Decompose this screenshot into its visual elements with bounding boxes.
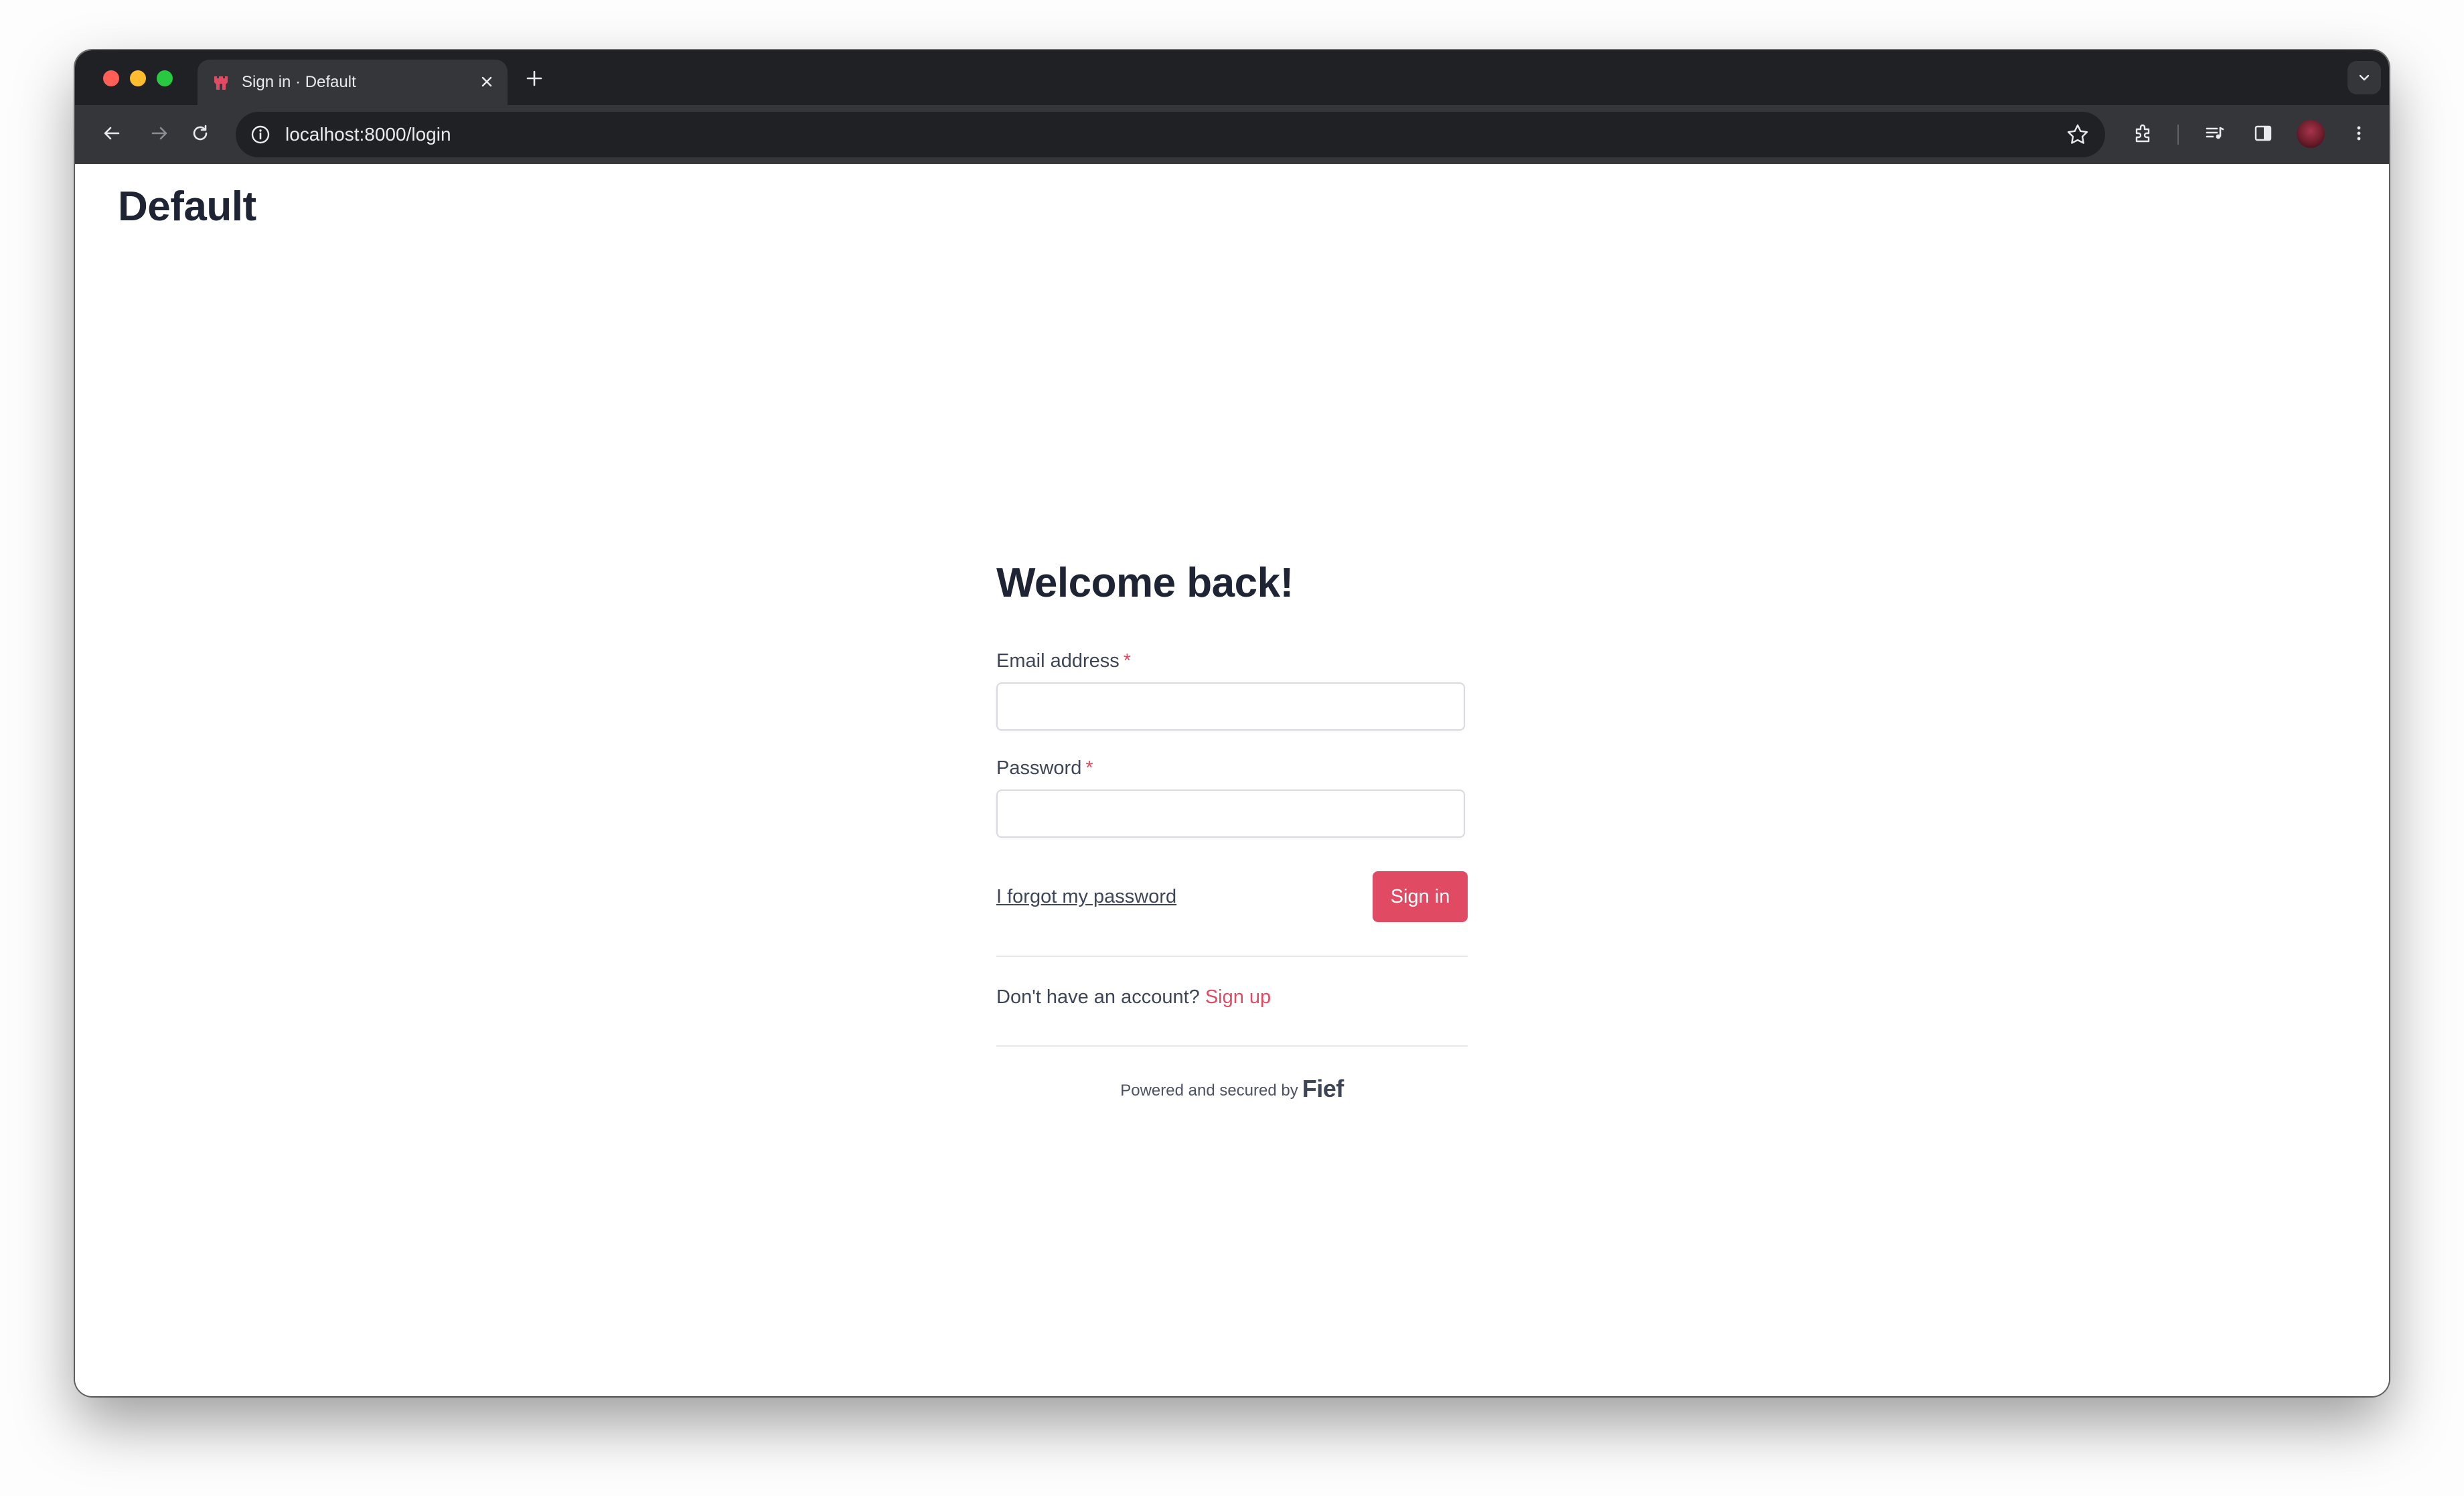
reload-icon bbox=[193, 125, 208, 141]
signup-prompt: Don't have an account? Sign up bbox=[996, 986, 1271, 1008]
maximize-window-button[interactable] bbox=[157, 70, 173, 86]
email-label: Email address * bbox=[996, 650, 1131, 672]
media-queue-icon bbox=[2206, 127, 2224, 139]
fief-logo[interactable]: Fief bbox=[1302, 1075, 1344, 1102]
password-label: Password * bbox=[996, 757, 1093, 779]
sign-up-link[interactable]: Sign up bbox=[1205, 986, 1271, 1008]
media-controls-button[interactable] bbox=[2200, 118, 2230, 149]
browser-window: Sign in · Default localhost:8000/login D… bbox=[75, 50, 2389, 1396]
forward-button[interactable] bbox=[144, 118, 175, 149]
powered-by-text: Powered and secured by bbox=[1120, 1081, 1298, 1100]
fief-castle-icon bbox=[214, 76, 228, 90]
close-window-button[interactable] bbox=[103, 70, 119, 86]
url-text: localhost:8000/login bbox=[285, 124, 451, 145]
sign-in-button[interactable]: Sign in bbox=[1373, 871, 1468, 922]
email-field[interactable] bbox=[996, 682, 1465, 731]
forgot-password-link[interactable]: I forgot my password bbox=[996, 886, 1176, 908]
powered-by-footer: Powered and secured by Fief bbox=[996, 1075, 1468, 1103]
reload-button[interactable] bbox=[185, 118, 216, 149]
side-panel-icon bbox=[2254, 125, 2272, 141]
page-content: Default Welcome back! Email address * Pas… bbox=[75, 164, 2389, 1396]
bookmark-star-icon[interactable] bbox=[2065, 122, 2090, 147]
tab-strip: Sign in · Default bbox=[75, 50, 2389, 105]
page-title: Welcome back! bbox=[996, 560, 1294, 606]
required-marker: * bbox=[1123, 650, 1132, 672]
extensions-button[interactable] bbox=[2128, 118, 2159, 149]
screen: Sign in · Default localhost:8000/login D… bbox=[0, 0, 2464, 1496]
browser-menu-button[interactable] bbox=[2343, 118, 2374, 149]
chevron-down-icon bbox=[2359, 74, 2370, 81]
browser-toolbar: localhost:8000/login bbox=[75, 105, 2389, 164]
tab-search-button[interactable] bbox=[2347, 61, 2381, 94]
email-label-text: Email address bbox=[996, 650, 1120, 672]
arrow-right-icon bbox=[151, 127, 167, 140]
tenant-name: Default bbox=[118, 183, 256, 230]
tab-title: Sign in · Default bbox=[242, 73, 356, 91]
divider bbox=[996, 1045, 1468, 1047]
puzzle-piece-icon bbox=[2135, 124, 2150, 143]
toolbar-separator bbox=[2177, 125, 2179, 145]
required-marker: * bbox=[1085, 757, 1093, 779]
active-tab[interactable]: Sign in · Default bbox=[198, 60, 508, 105]
address-bar[interactable]: localhost:8000/login bbox=[236, 112, 2105, 157]
arrow-left-icon bbox=[104, 127, 120, 140]
side-panel-button[interactable] bbox=[2248, 118, 2279, 149]
new-tab-icon[interactable] bbox=[522, 66, 546, 90]
more-vertical-icon bbox=[2357, 126, 2361, 141]
profile-avatar[interactable] bbox=[2297, 120, 2325, 148]
site-info-icon[interactable] bbox=[249, 123, 272, 146]
back-button[interactable] bbox=[96, 118, 127, 149]
close-tab-icon[interactable] bbox=[477, 72, 497, 92]
signup-prompt-text: Don't have an account? bbox=[996, 986, 1200, 1008]
password-label-text: Password bbox=[996, 757, 1082, 779]
divider bbox=[996, 956, 1468, 957]
password-field[interactable] bbox=[996, 790, 1465, 838]
minimize-window-button[interactable] bbox=[130, 70, 146, 86]
